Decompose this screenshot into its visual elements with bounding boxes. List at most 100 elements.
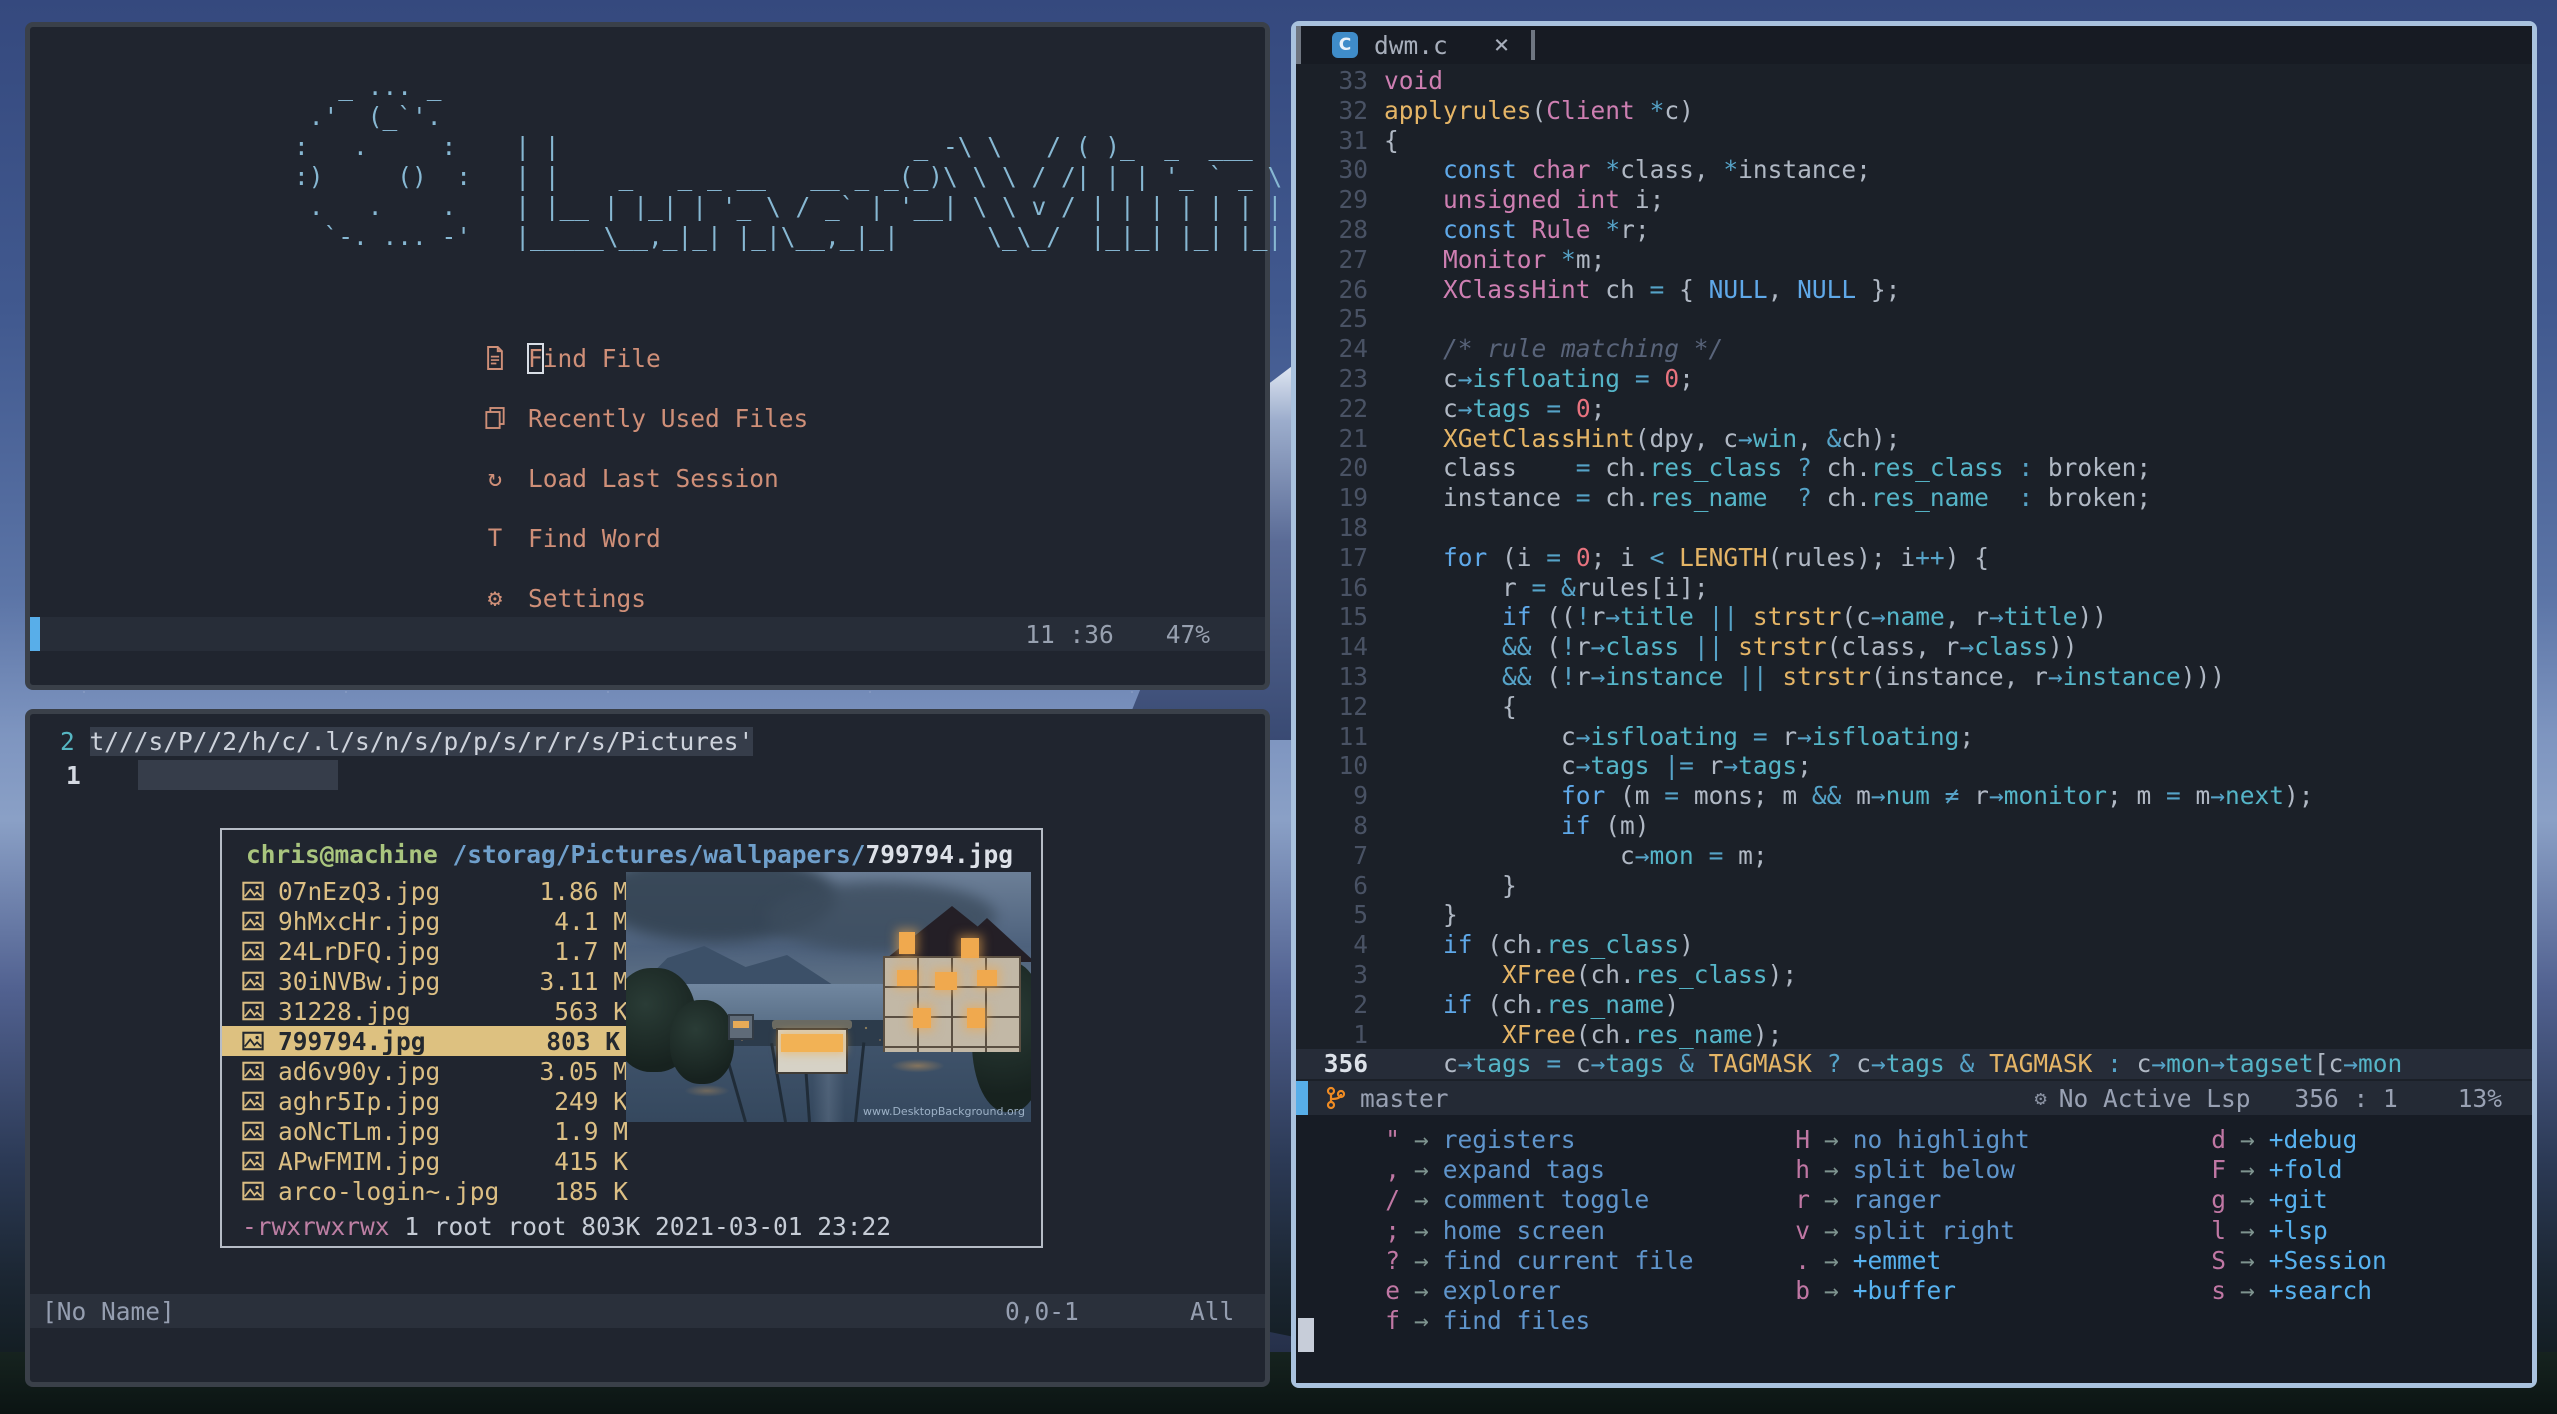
code-line: 19 instance = ch.res_name ? ch.res_name …: [1296, 483, 2532, 513]
cursor-position: 0,0-1: [1005, 1296, 1079, 1326]
code-text: c→tags |= r→tags;: [1384, 751, 1812, 781]
lsp-status: No Active Lsp: [2058, 1083, 2251, 1113]
file-row[interactable]: 24LrDFQ.jpg 1.7 M: [222, 936, 642, 966]
which-key-binding[interactable]: g → +git: [2162, 1185, 2387, 1215]
user-host: chris@machine: [246, 840, 438, 869]
file-row[interactable]: 30iNVBw.jpg 3.11 M: [222, 966, 642, 996]
binding-key: v: [1795, 1215, 1810, 1245]
tab-bar: C dwm.c ×: [1296, 26, 2532, 64]
which-key-binding[interactable]: f → find files: [1336, 1306, 1694, 1336]
file-row[interactable]: aghr5Ip.jpg 249 K: [222, 1086, 642, 1116]
binding-key: H: [1795, 1125, 1810, 1154]
code-text: && (!r→class || strstr(class, r→class)): [1502, 632, 2078, 662]
which-key-column-1: " → registers, → expand tags / → comment toggle…: [1336, 1125, 1694, 1336]
current-file-name: 799794.jpg: [865, 840, 1014, 869]
which-key-binding[interactable]: H → no highlight: [1746, 1125, 2030, 1155]
which-key-binding[interactable]: F → +fold: [2162, 1155, 2387, 1185]
buffer-line-2: 2 t///s/P//2/h/c/.l/s/n/s/p/p/s/r/r/s/Pi…: [60, 726, 754, 758]
arrow-icon: →: [1414, 1215, 1429, 1245]
menu-item-find-word[interactable]: T Find Word: [480, 521, 808, 555]
which-key-binding[interactable]: v → split right: [1746, 1216, 2030, 1246]
arrow-icon: →: [1414, 1275, 1429, 1305]
selection-bar: [138, 760, 338, 790]
line-number: 28: [1338, 214, 1368, 244]
which-key-binding[interactable]: S → +Session: [2162, 1246, 2387, 1276]
git-branch-name[interactable]: master: [1360, 1084, 1449, 1113]
line-number: 12: [1338, 691, 1368, 721]
cursor-position: 11 :36: [1025, 619, 1114, 649]
lit-window: [913, 1008, 931, 1028]
file-name: 30iNVBw.jpg: [278, 966, 441, 996]
file-row[interactable]: aoNcTLm.jpg 1.9 M: [222, 1116, 642, 1146]
which-key-binding[interactable]: b → +buffer: [1746, 1276, 2030, 1306]
file-name: 24LrDFQ.jpg: [278, 936, 441, 966]
line-number: 16: [1338, 572, 1368, 602]
code-text: if (ch.res_name): [1443, 989, 1680, 1019]
which-key-binding[interactable]: l → +lsp: [2162, 1216, 2387, 1246]
binding-description: +fold: [2268, 1155, 2343, 1185]
which-key-binding[interactable]: ? → find current file: [1336, 1246, 1693, 1276]
file-size: 185 K: [554, 1176, 628, 1206]
line-number: 22: [1338, 393, 1368, 423]
code-text: XGetClassHint(dpy, c→win, &ch);: [1443, 423, 1901, 453]
menu-item-recently-used-files[interactable]: Recently Used Files: [480, 401, 808, 435]
file-row[interactable]: 9hMxcHr.jpg 4.1 M: [222, 906, 642, 936]
image-file-icon: [242, 1060, 268, 1082]
menu-item-find-file[interactable]: Find File: [480, 341, 808, 375]
code-text: const Rule *r;: [1443, 214, 1650, 244]
window-file-picker[interactable]: 2 t///s/P//2/h/c/.l/s/n/s/p/p/s/r/r/s/Pi…: [25, 709, 1270, 1387]
dashboard-menu: Find File Recently Used Files ↻ Load Last S…: [480, 341, 808, 641]
line-number: 9: [1353, 781, 1368, 811]
menu-item-settings[interactable]: ⚙ Settings: [480, 581, 808, 615]
code-text: XFree(ch.res_name);: [1502, 1019, 1783, 1049]
gear-icon: ⚙: [487, 584, 503, 612]
line-number: 18: [1338, 512, 1368, 542]
code-line: 3 XFree(ch.res_class);: [1296, 960, 2532, 990]
which-key-binding[interactable]: / → comment toggle: [1336, 1185, 1694, 1215]
arrow-icon: →: [1824, 1125, 1839, 1154]
line-number: 7: [1353, 840, 1368, 870]
line-number: 14: [1338, 632, 1368, 662]
tab-dwm-c[interactable]: C dwm.c ×: [1332, 26, 1536, 64]
arrow-icon: →: [1414, 1155, 1429, 1185]
file-name: 07nEzQ3.jpg: [278, 876, 441, 906]
which-key-binding[interactable]: e → explorer: [1336, 1276, 1694, 1306]
file-row[interactable]: 31228.jpg 563 K: [222, 996, 642, 1026]
which-key-binding[interactable]: , → expand tags: [1336, 1155, 1694, 1185]
which-key-binding[interactable]: h → split below: [1746, 1155, 2030, 1185]
which-key-binding[interactable]: d → +debug: [2162, 1125, 2387, 1155]
tram-windows: [781, 1034, 843, 1052]
image-file-icon: [242, 1150, 268, 1172]
menu-item-load-last-session[interactable]: ↻ Load Last Session: [480, 461, 808, 495]
file-row[interactable]: 799794.jpg 803 K: [222, 1026, 634, 1056]
window-lunarvim-dashboard[interactable]: _ ... _ .' (_`'. : . : | | _ -\ \ / ( )_…: [25, 22, 1282, 690]
which-key-binding[interactable]: r → ranger: [1746, 1185, 2030, 1215]
code-text: for (i = 0; i < LENGTH(rules); i++) {: [1443, 542, 1989, 572]
code-line: 8 if (m): [1296, 811, 2532, 841]
which-key-binding[interactable]: " → registers: [1336, 1125, 1694, 1155]
code-area[interactable]: 33 void 32 applyrules(Client *c) 31{30 const…: [1296, 66, 2532, 1080]
code-line: 9 for (m = mons; m && m→num ≠ r→monitor;…: [1296, 781, 2532, 811]
line-number: 26: [1338, 274, 1368, 304]
binding-key: ,: [1385, 1155, 1400, 1185]
which-key-binding[interactable]: s → +search: [2162, 1276, 2387, 1306]
file-row[interactable]: ad6v90y.jpg 3.05 M: [222, 1056, 642, 1086]
file-row[interactable]: APwFMIM.jpg 415 K: [222, 1146, 642, 1176]
which-key-binding[interactable]: . → +emmet: [1746, 1246, 2030, 1276]
line-number: 15: [1338, 602, 1368, 632]
file-preview-popup: chris@machine /storag/Pictures/wallpaper…: [220, 828, 1043, 1248]
code-line: 33 void: [1296, 66, 2532, 96]
image-file-icon: [242, 910, 268, 932]
watermark: www.DesktopBackground.org: [862, 1105, 1025, 1118]
file-row[interactable]: arco-login~.jpg 185 K: [222, 1176, 642, 1206]
tab-close-icon[interactable]: ×: [1494, 30, 1510, 60]
line-number: 21: [1338, 423, 1368, 453]
binding-key: e: [1385, 1275, 1400, 1305]
file-row[interactable]: 07nEzQ3.jpg 1.86 M: [222, 876, 642, 906]
which-key-binding[interactable]: ; → home screen: [1336, 1216, 1694, 1246]
binding-description: +lsp: [2268, 1215, 2328, 1245]
window-editor[interactable]: C dwm.c × 33 void 32 applyrules(Client *c) 3…: [1291, 21, 2537, 1388]
tabbar-left-marker: [1296, 26, 1301, 64]
